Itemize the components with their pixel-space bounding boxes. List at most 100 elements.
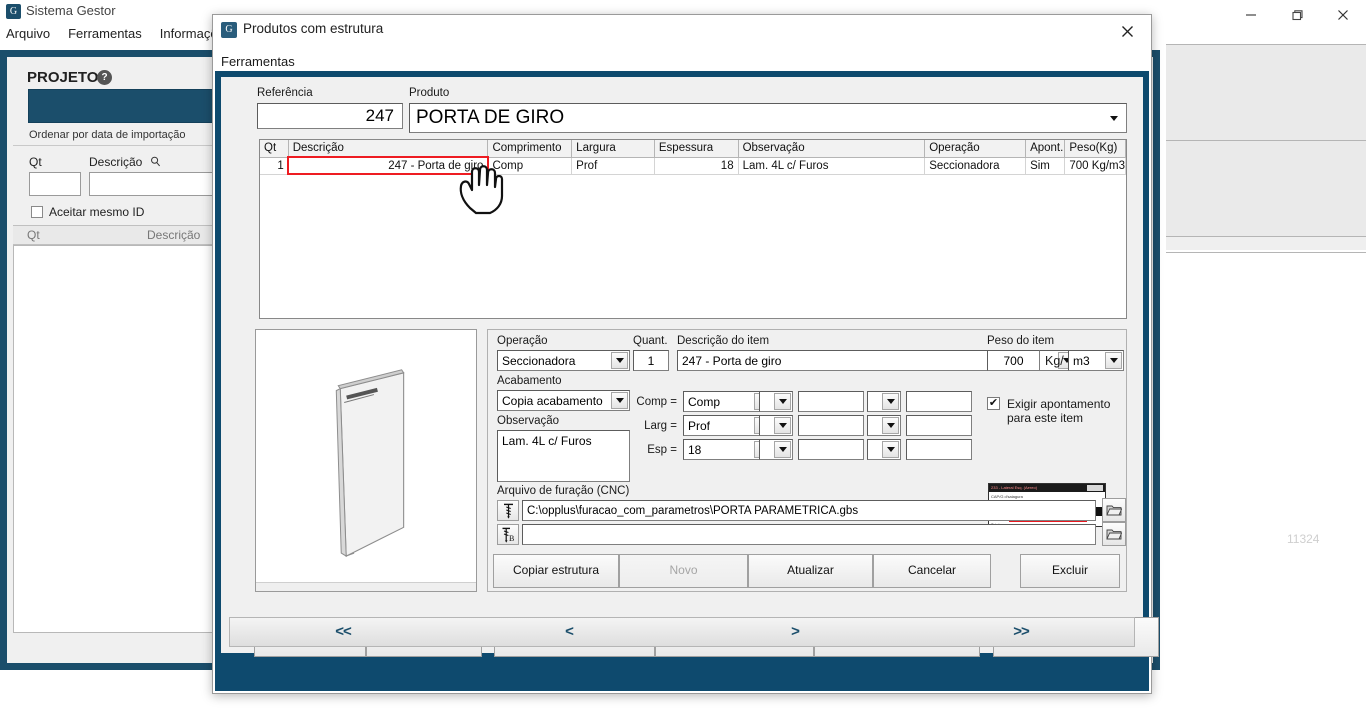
exigir-apontamento-row[interactable]: ✔ Exigir apontamento para este item bbox=[987, 397, 1110, 425]
referencia-label: Referência bbox=[257, 87, 313, 99]
comp-term-2-input[interactable] bbox=[906, 391, 972, 412]
esp-term-2-input[interactable] bbox=[906, 439, 972, 460]
filter-qt-input[interactable] bbox=[29, 172, 81, 196]
menu-arquivo[interactable]: Arquivo bbox=[6, 26, 50, 41]
host-right-row-3 bbox=[1166, 236, 1366, 250]
svg-text:B: B bbox=[509, 534, 514, 543]
copiar-estrutura-button[interactable]: Copiar estrutura bbox=[493, 554, 619, 588]
table-row[interactable]: 1 247 - Porta de giro Comp Prof 18 Lam. … bbox=[260, 156, 1126, 175]
observacao-textarea[interactable]: Lam. 4L c/ Furos bbox=[497, 430, 630, 482]
produto-combobox[interactable]: PORTA DE GIRO bbox=[409, 103, 1127, 133]
acabamento-value: Copia acabamento bbox=[502, 393, 603, 408]
quant-label: Quant. bbox=[633, 335, 668, 347]
close-icon[interactable] bbox=[1109, 19, 1145, 43]
chevron-down-icon[interactable] bbox=[774, 393, 791, 410]
folder-open-icon[interactable] bbox=[1102, 498, 1126, 522]
comp-operator-2-combobox[interactable] bbox=[867, 391, 901, 412]
chevron-down-icon[interactable] bbox=[611, 392, 628, 409]
esp-operator-1-combobox[interactable] bbox=[759, 439, 793, 460]
preview-statusbar bbox=[256, 582, 476, 591]
descricao-item-value: 247 - Porta de giro bbox=[682, 353, 782, 368]
larg-term-1-input[interactable] bbox=[798, 415, 864, 436]
col-comprimento: Comprimento bbox=[487, 140, 573, 158]
quant-input[interactable]: 1 bbox=[633, 350, 669, 371]
drill-bit-b-icon[interactable]: B bbox=[497, 524, 519, 545]
cell-descricao[interactable]: 247 - Porta de giro bbox=[287, 156, 489, 175]
larg-operator-1-combobox[interactable] bbox=[759, 415, 793, 436]
cell-operacao: Seccionadora bbox=[924, 157, 1027, 175]
excluir-button[interactable]: Excluir bbox=[1020, 554, 1120, 588]
peso-item-label: Peso do item bbox=[987, 335, 1055, 347]
cnc-label: Arquivo de furação (CNC) bbox=[497, 485, 630, 497]
exigir-apontamento-checkbox[interactable]: ✔ bbox=[987, 397, 1000, 410]
host-window-title: Sistema Gestor bbox=[26, 3, 116, 18]
chevron-down-icon[interactable] bbox=[882, 441, 899, 458]
search-icon[interactable] bbox=[150, 155, 161, 169]
app-logo-icon: G bbox=[6, 4, 21, 19]
dialog-menubar: Ferramentas bbox=[213, 53, 295, 73]
menu-ferramentas[interactable]: Ferramentas bbox=[68, 26, 142, 41]
structure-table-header-row: Qt Descrição Comprimento Largura Espessu… bbox=[260, 140, 1126, 158]
nav-last-button[interactable]: >> bbox=[908, 618, 1134, 646]
referencia-input[interactable]: 247 bbox=[257, 103, 403, 129]
host-grid-col-descricao: Descrição bbox=[147, 228, 201, 242]
esp-term-1-input[interactable] bbox=[798, 439, 864, 460]
chevron-down-icon[interactable] bbox=[882, 393, 899, 410]
exigir-apontamento-label-2: para este item bbox=[1007, 411, 1084, 425]
aceitar-mesmo-id-checkbox[interactable] bbox=[31, 206, 43, 218]
sort-note: Ordenar por data de importação bbox=[29, 129, 186, 141]
chevron-down-icon[interactable] bbox=[774, 441, 791, 458]
comp-term-1-input[interactable] bbox=[798, 391, 864, 412]
door-illustration-icon bbox=[335, 369, 405, 557]
chevron-down-icon[interactable] bbox=[882, 417, 899, 434]
chevron-down-icon[interactable] bbox=[611, 352, 628, 369]
operacao-combobox[interactable]: Seccionadora bbox=[497, 350, 630, 371]
product-3d-preview bbox=[259, 333, 473, 581]
larg-formula-value: Prof bbox=[688, 418, 711, 433]
atualizar-button[interactable]: Atualizar bbox=[748, 554, 873, 588]
larg-term-2-input[interactable] bbox=[906, 415, 972, 436]
nav-next-button[interactable]: > bbox=[682, 618, 908, 646]
cnc-file-2-input[interactable] bbox=[522, 524, 1096, 545]
chevron-down-icon[interactable] bbox=[1105, 108, 1123, 128]
product-preview-panel[interactable] bbox=[255, 329, 477, 592]
operacao-value: Seccionadora bbox=[502, 353, 576, 368]
esp-formula-label: Esp = bbox=[647, 444, 677, 456]
app-logo-icon: G bbox=[221, 22, 237, 38]
host-right-row-2 bbox=[1166, 140, 1366, 236]
cell-comprimento: Comp bbox=[487, 157, 573, 175]
col-qt: Qt bbox=[260, 140, 289, 158]
dialog-titlebar: G Produtos com estrutura bbox=[213, 15, 1151, 45]
cell-largura: Prof bbox=[571, 157, 655, 175]
col-largura: Largura bbox=[571, 140, 655, 158]
comp-operator-1-combobox[interactable] bbox=[759, 391, 793, 412]
folder-open-icon[interactable] bbox=[1102, 522, 1126, 546]
aceitar-mesmo-id-row[interactable]: Aceitar mesmo ID bbox=[31, 205, 144, 219]
nav-previous-button[interactable]: < bbox=[456, 618, 682, 646]
esp-operator-2-combobox[interactable] bbox=[867, 439, 901, 460]
operacao-label: Operação bbox=[497, 335, 548, 347]
cell-qt: 1 bbox=[260, 157, 289, 175]
host-right-row-1 bbox=[1166, 44, 1366, 140]
exigir-apontamento-label-1: Exigir apontamento bbox=[1007, 397, 1111, 411]
peso-item-input[interactable]: 700 bbox=[987, 350, 1040, 371]
larg-operator-2-combobox[interactable] bbox=[867, 415, 901, 436]
help-icon[interactable]: ? bbox=[97, 70, 112, 85]
esp-formula-value: 18 bbox=[688, 442, 702, 457]
dialog-menu-ferramentas[interactable]: Ferramentas bbox=[221, 54, 295, 69]
nav-first-button[interactable]: << bbox=[230, 618, 456, 646]
acabamento-combobox[interactable]: Copia acabamento bbox=[497, 390, 630, 411]
chevron-down-icon[interactable] bbox=[774, 417, 791, 434]
chevron-down-icon[interactable] bbox=[1105, 352, 1122, 369]
cell-espessura: 18 bbox=[654, 157, 739, 175]
host-right-row-4 bbox=[1166, 252, 1366, 266]
dialog-content: Referência 247 Produto PORTA DE GIRO Qt … bbox=[221, 77, 1319, 657]
drill-bit-icon[interactable] bbox=[497, 500, 519, 521]
peso-volume-combobox[interactable]: m3 bbox=[1068, 350, 1124, 371]
structure-table[interactable]: Qt Descrição Comprimento Largura Espessu… bbox=[259, 139, 1127, 319]
cnc-file-1-input[interactable]: C:\opplus\furacao_com_parametros\PORTA P… bbox=[522, 500, 1096, 521]
larg-formula-label: Larg = bbox=[644, 420, 677, 432]
cancelar-button[interactable]: Cancelar bbox=[873, 554, 991, 588]
screen-root: G Sistema Gestor Arquivo Ferramentas Inf… bbox=[0, 0, 1366, 710]
observacao-label: Observação bbox=[497, 415, 560, 427]
